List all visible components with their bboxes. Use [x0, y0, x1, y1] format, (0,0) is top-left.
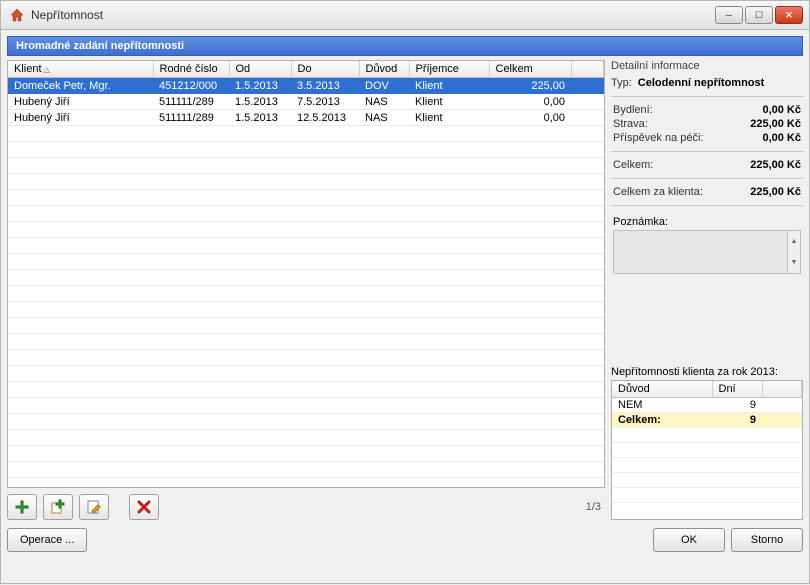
prispevek-value: 0,00 Kč: [762, 132, 801, 144]
mini-row-total[interactable]: Celkem:9: [612, 413, 802, 428]
bydleni-value: 0,00 Kč: [762, 104, 801, 116]
celkem-label: Celkem:: [613, 159, 653, 171]
celkem-klient-value: 225,00 Kč: [750, 186, 801, 198]
col-od[interactable]: Od: [229, 61, 291, 78]
delete-button[interactable]: [129, 494, 159, 520]
table-row[interactable]: Hubený Jiří511111/2891.5.2013 12.5.2013N…: [8, 110, 604, 126]
spin-down-icon[interactable]: ▼: [787, 252, 800, 273]
spin-up-icon[interactable]: ▲: [787, 231, 800, 252]
detail-heading: Detailní informace: [611, 60, 803, 72]
add-button[interactable]: [7, 494, 37, 520]
mini-table[interactable]: Důvod Dní NEM9 Celkem:9: [611, 380, 803, 520]
window-title: Nepřítomnost: [31, 8, 715, 22]
close-button[interactable]: ✕: [775, 6, 803, 24]
ok-button[interactable]: OK: [653, 528, 725, 552]
poznamka-field[interactable]: ▲▼: [613, 230, 801, 274]
storno-button[interactable]: Storno: [731, 528, 803, 552]
col-do[interactable]: Do: [291, 61, 359, 78]
app-icon: [9, 7, 25, 23]
section-header: Hromadné zadání nepřítomnosti: [7, 36, 803, 56]
col-klient[interactable]: Klient△: [8, 61, 153, 78]
table-row[interactable]: Domeček Petr, Mgr.451212/0001.5.2013 3.5…: [8, 78, 604, 94]
poznamka-label: Poznámka:: [613, 216, 801, 228]
typ-label: Typ:: [611, 77, 632, 89]
main-table[interactable]: Klient△ Rodné číslo Od Do Důvod Příjemce…: [7, 60, 605, 488]
titlebar: Nepřítomnost ─ ☐ ✕: [0, 0, 810, 30]
celkem-klient-label: Celkem za klienta:: [613, 186, 703, 198]
mini-row[interactable]: NEM9: [612, 398, 802, 413]
col-rodne-cislo[interactable]: Rodné číslo: [153, 61, 229, 78]
minimize-button[interactable]: ─: [715, 6, 743, 24]
strava-value: 225,00 Kč: [750, 118, 801, 130]
col-spacer: [571, 61, 604, 78]
celkem-value: 225,00 Kč: [750, 159, 801, 171]
typ-value: Celodenní nepřítomnost: [632, 77, 803, 89]
mini-col-dni[interactable]: Dní: [712, 381, 762, 398]
col-duvod[interactable]: Důvod: [359, 61, 409, 78]
row-counter: 1/3: [586, 501, 601, 513]
col-prijemce[interactable]: Příjemce: [409, 61, 489, 78]
prispevek-label: Příspěvek na péči:: [613, 132, 704, 144]
bydleni-label: Bydlení:: [613, 104, 653, 116]
strava-label: Strava:: [613, 118, 648, 130]
table-header[interactable]: Klient△ Rodné číslo Od Do Důvod Příjemce…: [8, 61, 604, 78]
duplicate-button[interactable]: [43, 494, 73, 520]
mini-col-duvod[interactable]: Důvod: [612, 381, 712, 398]
edit-button[interactable]: [79, 494, 109, 520]
table-row[interactable]: Hubený Jiří511111/2891.5.2013 7.5.2013NA…: [8, 94, 604, 110]
col-celkem[interactable]: Celkem: [489, 61, 571, 78]
maximize-button[interactable]: ☐: [745, 6, 773, 24]
mini-heading: Nepřítomnosti klienta za rok 2013:: [611, 366, 803, 378]
operace-button[interactable]: Operace ...: [7, 528, 87, 552]
